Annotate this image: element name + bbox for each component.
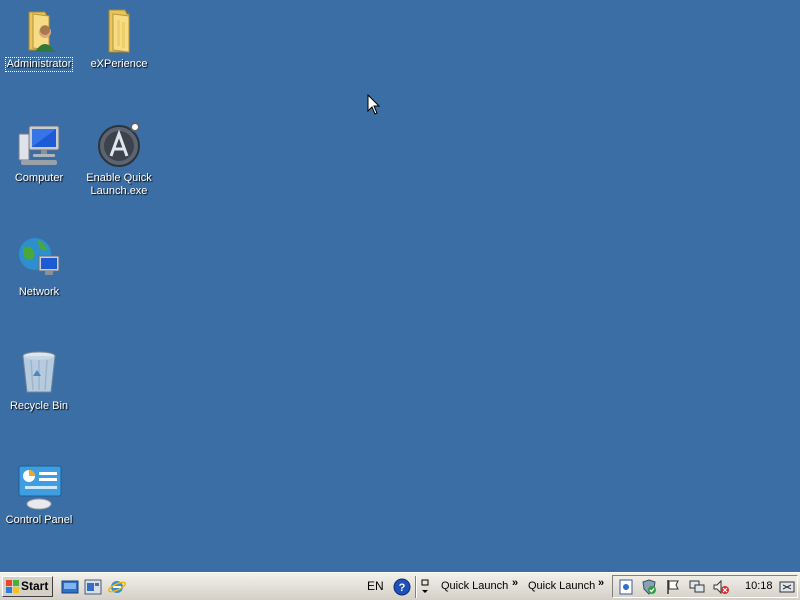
- desktop-icon-label: Administrator: [4, 57, 74, 72]
- help-icon[interactable]: ?: [393, 578, 411, 596]
- start-button[interactable]: Start: [2, 576, 53, 597]
- action-center-flag-icon[interactable]: [665, 579, 681, 595]
- chevron-overflow-icon[interactable]: »: [598, 577, 604, 589]
- desktop-icon-computer[interactable]: Computer: [0, 120, 78, 185]
- desktop-icon-label: Enable Quick Launch.exe: [86, 172, 152, 197]
- desktop-icon-recycle-bin[interactable]: Recycle Bin: [0, 348, 78, 413]
- security-shield-icon[interactable]: [641, 579, 657, 595]
- volume-muted-icon[interactable]: [713, 579, 729, 595]
- taskbar: Start EN ? Quick Launch » Quick Launch »: [0, 572, 800, 600]
- server-manager-icon[interactable]: [84, 578, 102, 596]
- network-connection-icon[interactable]: [689, 579, 705, 595]
- desktop-icon-label: Computer: [14, 172, 64, 184]
- desktop: Administrator eXPerience Computer Enable…: [0, 0, 800, 572]
- desktop-icon-label: eXPerience: [90, 58, 148, 70]
- desktop-icon-experience[interactable]: eXPerience: [80, 6, 158, 71]
- document-icon[interactable]: [618, 579, 634, 595]
- desktop-icon-administrator[interactable]: Administrator: [0, 6, 78, 72]
- show-desktop-icon[interactable]: [61, 578, 79, 596]
- folder-icon: [95, 6, 143, 54]
- network-globe-icon: [15, 234, 63, 282]
- desktop-icon-label: Control Panel: [5, 514, 73, 526]
- desktop-icon-label: Recycle Bin: [9, 400, 69, 412]
- toolbar-separator: [415, 576, 417, 598]
- control-panel-icon: [15, 462, 63, 510]
- language-indicator[interactable]: EN: [367, 579, 384, 593]
- mouse-cursor-icon: [367, 94, 381, 115]
- desktop-icon-label: Network: [18, 286, 60, 298]
- toolbar-quick-launch-2[interactable]: Quick Launch: [528, 580, 595, 592]
- internet-explorer-icon[interactable]: [108, 578, 126, 596]
- toolbar-restore-icon[interactable]: [419, 578, 431, 596]
- computer-icon: [15, 120, 63, 168]
- app-a-logo-icon: [95, 120, 143, 168]
- desktop-icon-network[interactable]: Network: [0, 234, 78, 299]
- show-desktop-tray-icon[interactable]: [779, 579, 795, 595]
- system-tray: 10:18: [612, 575, 798, 598]
- recycle-bin-icon: [15, 348, 63, 396]
- start-label: Start: [21, 579, 49, 593]
- clock[interactable]: 10:18: [745, 580, 773, 592]
- svg-text:?: ?: [399, 582, 406, 594]
- desktop-icon-control-panel[interactable]: Control Panel: [0, 462, 78, 527]
- desktop-icon-enable-quick-launch[interactable]: Enable Quick Launch.exe: [80, 120, 158, 198]
- toolbar-quick-launch-1[interactable]: Quick Launch: [441, 580, 508, 592]
- chevron-overflow-icon[interactable]: »: [512, 577, 518, 589]
- user-folder-icon: [15, 6, 63, 54]
- windows-flag-icon: [6, 580, 19, 593]
